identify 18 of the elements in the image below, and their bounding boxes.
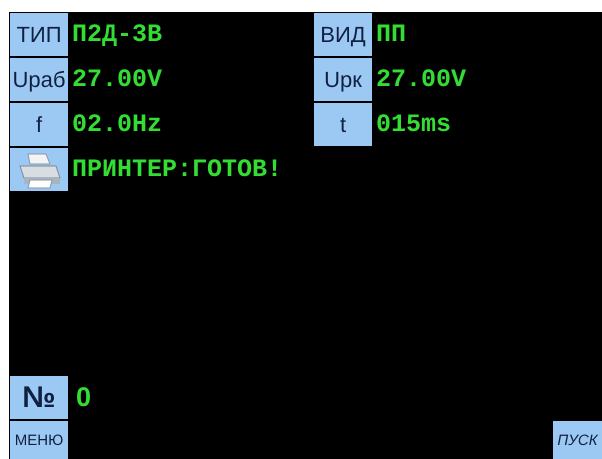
- field-value: 015ms: [376, 110, 452, 139]
- field-value: ПП: [376, 20, 406, 49]
- field-value: 27.00V: [72, 65, 162, 94]
- printer-icon[interactable]: [10, 148, 68, 191]
- printer-status: ПРИНТЕР:ГОТОВ!: [72, 155, 282, 184]
- field-value: П2Д-3В: [72, 20, 162, 49]
- field-label: ВИД: [314, 13, 372, 56]
- counter-label: №: [10, 376, 68, 419]
- field-label: ТИП: [10, 13, 68, 56]
- field-label: Uраб: [10, 58, 68, 101]
- field-label: f: [10, 103, 68, 146]
- field-label: t: [314, 103, 372, 146]
- field-value: 02.0Hz: [72, 110, 162, 139]
- field-value: 27.00V: [376, 65, 466, 94]
- field-label: Uрк: [314, 58, 372, 101]
- counter-value: 0: [76, 382, 92, 413]
- start-button[interactable]: ПУСК: [553, 421, 602, 459]
- menu-button[interactable]: МЕНЮ: [10, 421, 68, 459]
